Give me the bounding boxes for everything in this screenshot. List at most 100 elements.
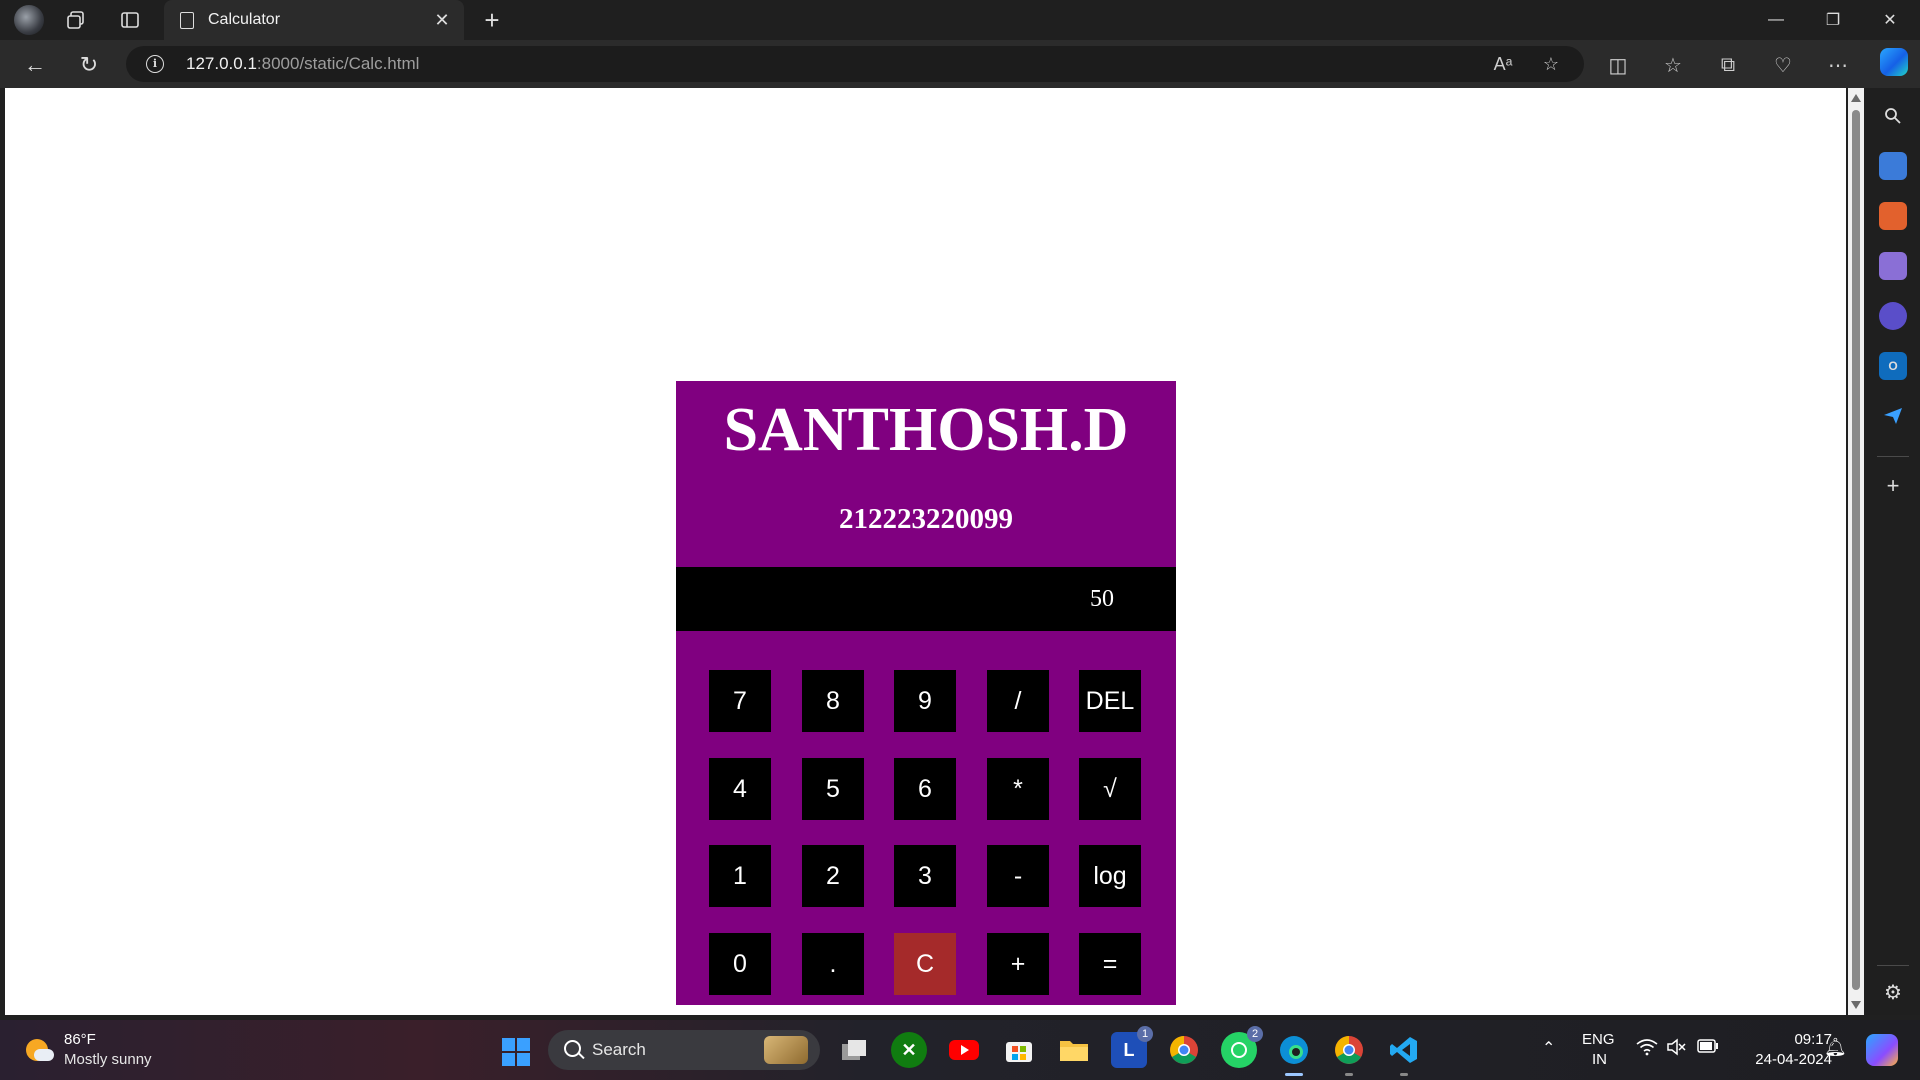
- calculator-register-number: 212223220099: [839, 503, 1013, 535]
- calculator: SANTHOSH.D 212223220099 50 7 8 9 / DEL 4 5 6 * √ 1…: [676, 381, 1176, 1005]
- scroll-down-icon[interactable]: [1851, 1001, 1861, 1009]
- page-scrollbar[interactable]: [1848, 88, 1864, 1015]
- back-arrow-icon[interactable]: ←: [18, 48, 52, 82]
- notification-badge: 1: [1137, 1026, 1153, 1042]
- key-9-button[interactable]: 9: [894, 670, 956, 732]
- active-indicator: [1285, 1073, 1303, 1076]
- key-log-button[interactable]: log: [1079, 845, 1141, 907]
- copilot-icon[interactable]: [1880, 48, 1908, 76]
- shopping-tag-icon[interactable]: [1879, 152, 1907, 180]
- microsoft-store-icon[interactable]: [1001, 1032, 1037, 1068]
- chrome-profile-icon[interactable]: [1331, 1032, 1367, 1076]
- language-region[interactable]: IN: [1592, 1051, 1607, 1068]
- weather-icon[interactable]: [24, 1037, 54, 1063]
- edge-icon[interactable]: [1276, 1032, 1312, 1076]
- volume-muted-icon[interactable]: [1666, 1038, 1686, 1060]
- language-code[interactable]: ENG: [1582, 1031, 1615, 1048]
- refresh-icon[interactable]: ↻: [72, 48, 106, 82]
- sidebar-divider: [1877, 965, 1909, 966]
- key-6-button[interactable]: 6: [894, 758, 956, 820]
- outlook-icon[interactable]: O: [1879, 352, 1907, 380]
- minimize-button[interactable]: —: [1748, 0, 1804, 40]
- workspaces-icon[interactable]: [63, 7, 89, 33]
- key-subtract-button[interactable]: -: [987, 845, 1049, 907]
- wifi-icon[interactable]: [1636, 1038, 1658, 1061]
- notification-bell-icon[interactable]: 🔔︎: [1824, 1037, 1847, 1058]
- page-icon: [180, 11, 194, 29]
- read-aloud-icon[interactable]: A͏ᵃ: [1491, 52, 1515, 76]
- key-4-button[interactable]: 4: [709, 758, 771, 820]
- search-highlight-image: [764, 1036, 808, 1064]
- clock-time[interactable]: 09:17: [1772, 1031, 1832, 1048]
- browser-essentials-icon[interactable]: ♡: [1768, 50, 1798, 80]
- address-bar[interactable]: i 127.0.0.1:8000/static/Calc.html A͏ᵃ ☆: [126, 46, 1584, 82]
- battery-icon[interactable]: [1697, 1039, 1719, 1057]
- tools-briefcase-icon[interactable]: [1879, 202, 1907, 230]
- notification-badge: 2: [1247, 1026, 1263, 1042]
- key-2-button[interactable]: 2: [802, 845, 864, 907]
- taskbar-search-box[interactable]: Search: [548, 1030, 820, 1070]
- tab-title: Calculator: [208, 11, 281, 28]
- edge-sidebar: O + ⚙: [1866, 88, 1920, 1015]
- chrome-icon[interactable]: [1166, 1032, 1202, 1068]
- microsoft-365-icon[interactable]: [1879, 302, 1907, 330]
- search-icon: [564, 1040, 581, 1057]
- tab-actions-icon[interactable]: [117, 7, 143, 33]
- add-sidebar-app-icon[interactable]: +: [1879, 472, 1907, 500]
- copilot-taskbar-icon[interactable]: [1866, 1034, 1898, 1066]
- favorite-star-icon[interactable]: ☆: [1539, 52, 1563, 76]
- windows-start-icon[interactable]: [502, 1038, 530, 1066]
- key-5-button[interactable]: 5: [802, 758, 864, 820]
- drop-send-icon[interactable]: [1879, 402, 1907, 430]
- l-app-icon[interactable]: L 1: [1111, 1026, 1153, 1068]
- key-7-button[interactable]: 7: [709, 670, 771, 732]
- xbox-icon[interactable]: ✕: [891, 1032, 927, 1068]
- show-hidden-icons-chevron-icon[interactable]: ⌃: [1542, 1038, 1555, 1058]
- profile-avatar[interactable]: [14, 5, 44, 35]
- split-screen-icon[interactable]: ◫: [1603, 50, 1633, 80]
- sidebar-search-icon[interactable]: [1879, 102, 1907, 130]
- key-1-button[interactable]: 1: [709, 845, 771, 907]
- favorites-icon[interactable]: ☆: [1658, 50, 1688, 80]
- key-3-button[interactable]: 3: [894, 845, 956, 907]
- site-info-icon[interactable]: i: [146, 55, 164, 73]
- title-bar: Calculator ✕ + — ❐ ✕: [0, 0, 1920, 40]
- key-8-button[interactable]: 8: [802, 670, 864, 732]
- sidebar-divider: [1877, 456, 1909, 457]
- page-viewport: SANTHOSH.D 212223220099 50 7 8 9 / DEL 4 5 6 * √ 1…: [5, 88, 1846, 1015]
- whatsapp-icon[interactable]: 2: [1221, 1026, 1263, 1068]
- file-explorer-icon[interactable]: [1056, 1032, 1092, 1068]
- tab-close-icon[interactable]: ✕: [428, 6, 456, 34]
- new-tab-button[interactable]: +: [476, 4, 508, 36]
- key-multiply-button[interactable]: *: [987, 758, 1049, 820]
- task-view-icon[interactable]: [836, 1032, 872, 1068]
- key-equals-button[interactable]: =: [1079, 933, 1141, 995]
- tab-calculator[interactable]: Calculator ✕: [164, 0, 464, 40]
- restore-button[interactable]: ❐: [1805, 0, 1861, 40]
- youtube-icon[interactable]: [946, 1032, 982, 1068]
- browser-toolbar: ← ↻ i 127.0.0.1:8000/static/Calc.html A͏…: [0, 40, 1920, 88]
- weather-description[interactable]: Mostly sunny: [64, 1051, 152, 1068]
- scroll-up-icon[interactable]: [1851, 94, 1861, 102]
- scroll-thumb[interactable]: [1852, 110, 1860, 990]
- key-sqrt-button[interactable]: √: [1079, 758, 1141, 820]
- key-divide-button[interactable]: /: [987, 670, 1049, 732]
- url-text[interactable]: 127.0.0.1:8000/static/Calc.html: [186, 54, 419, 74]
- sidebar-settings-gear-icon[interactable]: ⚙: [1879, 978, 1907, 1006]
- clock-date[interactable]: 24-04-2024: [1736, 1051, 1832, 1068]
- calculator-display: 50: [676, 567, 1176, 631]
- games-icon[interactable]: [1879, 252, 1907, 280]
- key-clear-button[interactable]: C: [894, 933, 956, 995]
- key-add-button[interactable]: +: [987, 933, 1049, 995]
- collections-icon[interactable]: ⧉: [1713, 50, 1743, 80]
- windows-taskbar: 86°F Mostly sunny Search ✕ L 1 2 ⌃ ENG I…: [0, 1020, 1920, 1080]
- running-indicator: [1345, 1073, 1353, 1076]
- key-decimal-button[interactable]: .: [802, 933, 864, 995]
- key-delete-button[interactable]: DEL: [1079, 670, 1141, 732]
- vscode-icon[interactable]: [1386, 1032, 1422, 1076]
- weather-temperature[interactable]: 86°F: [64, 1031, 96, 1048]
- key-0-button[interactable]: 0: [709, 933, 771, 995]
- more-options-icon[interactable]: ⋯: [1823, 50, 1853, 80]
- close-window-button[interactable]: ✕: [1862, 0, 1918, 40]
- running-indicator: [1400, 1073, 1408, 1076]
